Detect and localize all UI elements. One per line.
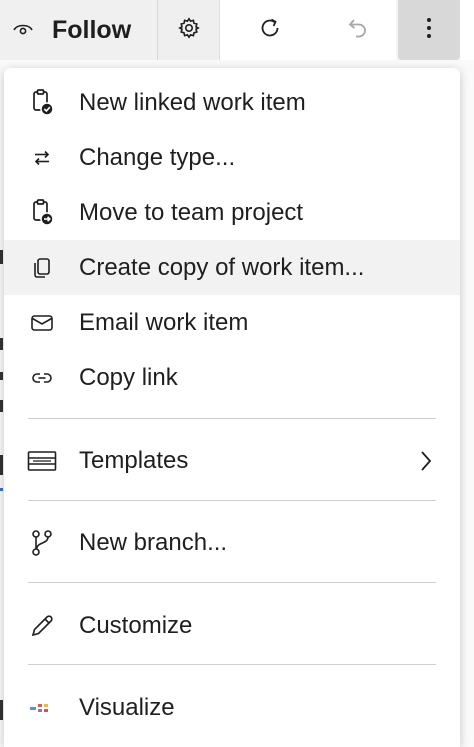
visualize-icon bbox=[26, 692, 58, 724]
menu-item-label: Templates bbox=[79, 446, 189, 474]
follow-button[interactable]: Follow bbox=[0, 0, 158, 60]
refresh-icon bbox=[257, 15, 283, 46]
branch-icon bbox=[26, 527, 58, 559]
menu-item-copy-link[interactable]: Copy link bbox=[4, 350, 460, 405]
menu-divider bbox=[28, 582, 436, 583]
menu-item-customize[interactable]: Customize bbox=[4, 598, 460, 653]
swap-arrows-icon bbox=[26, 142, 58, 174]
gear-icon bbox=[177, 16, 201, 45]
follow-label: Follow bbox=[52, 15, 132, 44]
menu-divider bbox=[28, 418, 436, 419]
menu-item-change-type[interactable]: Change type... bbox=[4, 130, 460, 185]
linked-work-item-icon bbox=[26, 87, 58, 119]
mail-icon bbox=[26, 307, 58, 339]
background-fragment bbox=[0, 488, 3, 491]
more-vertical-icon bbox=[425, 16, 433, 45]
toolbar-spacer bbox=[460, 0, 474, 60]
menu-divider bbox=[28, 664, 436, 665]
menu-item-label: Move to team project bbox=[79, 198, 304, 226]
menu-item-label: Copy link bbox=[79, 363, 178, 391]
menu-item-create-copy[interactable]: Create copy of work item... bbox=[4, 240, 460, 295]
menu-item-templates[interactable]: Templates bbox=[4, 433, 460, 488]
menu-item-visualize[interactable]: Visualize bbox=[4, 680, 460, 735]
menu-item-label: New linked work item bbox=[79, 88, 306, 116]
menu-item-label: Change type... bbox=[79, 143, 236, 171]
move-clipboard-icon bbox=[26, 197, 58, 229]
page: Follow New linked work item Change type.… bbox=[0, 0, 474, 747]
background-fragment bbox=[0, 700, 3, 720]
undo-button[interactable] bbox=[320, 0, 396, 60]
templates-icon bbox=[26, 445, 58, 477]
undo-icon bbox=[345, 15, 371, 46]
link-icon bbox=[26, 362, 58, 394]
more-actions-menu: New linked work item Change type... Move… bbox=[4, 68, 460, 747]
background-fragment bbox=[0, 400, 3, 412]
eye-icon bbox=[12, 17, 34, 44]
menu-item-label: New branch... bbox=[79, 528, 228, 556]
menu-item-new-branch[interactable]: New branch... bbox=[4, 515, 460, 570]
menu-item-move-to-team-project[interactable]: Move to team project bbox=[4, 185, 460, 240]
menu-item-label: Create copy of work item... bbox=[79, 253, 365, 281]
menu-item-label: Visualize bbox=[79, 693, 175, 721]
menu-item-label: Customize bbox=[79, 611, 193, 639]
more-actions-button[interactable] bbox=[398, 0, 460, 60]
background-fragment bbox=[0, 338, 3, 350]
chevron-right-icon bbox=[416, 446, 436, 476]
menu-item-new-linked-work-item[interactable]: New linked work item bbox=[4, 75, 460, 130]
pencil-icon bbox=[26, 610, 58, 642]
background-fragment bbox=[0, 372, 3, 380]
menu-item-email-work-item[interactable]: Email work item bbox=[4, 295, 460, 350]
background-fragment bbox=[0, 455, 3, 475]
menu-item-label: Email work item bbox=[79, 308, 249, 336]
background-fragment bbox=[0, 250, 3, 264]
copy-icon bbox=[26, 252, 58, 284]
refresh-button[interactable] bbox=[220, 0, 320, 60]
settings-button[interactable] bbox=[158, 0, 220, 60]
menu-divider bbox=[28, 500, 436, 501]
